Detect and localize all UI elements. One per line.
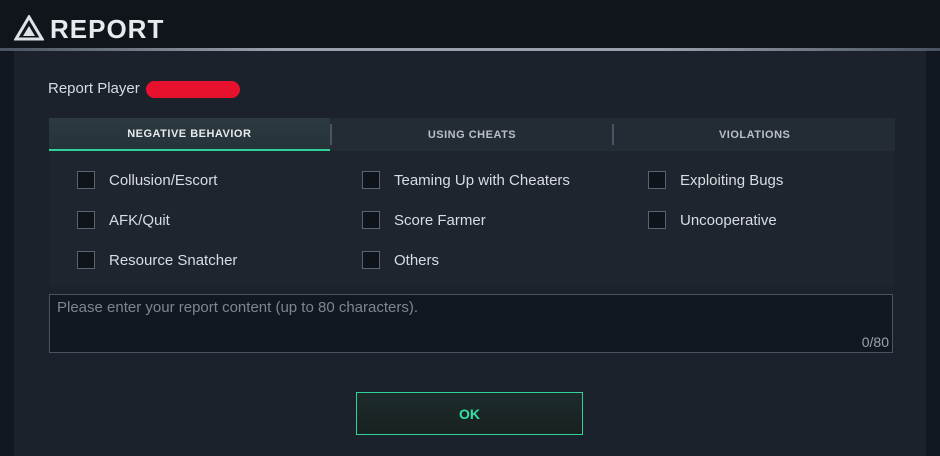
checkbox[interactable] xyxy=(77,211,95,229)
checkbox[interactable] xyxy=(648,211,666,229)
checkbox[interactable] xyxy=(77,171,95,189)
reason-label: Teaming Up with Cheaters xyxy=(394,171,570,189)
tab-using-cheats[interactable]: USING CHEATS xyxy=(332,118,613,151)
reason-options: Collusion/Escort AFK/Quit Resource Snatc… xyxy=(49,151,895,287)
reason-collusion-escort[interactable]: Collusion/Escort xyxy=(77,171,217,189)
dialog-title: REPORT xyxy=(50,14,165,44)
checkbox[interactable] xyxy=(77,251,95,269)
triangle-logo-icon xyxy=(14,15,44,41)
report-content-input[interactable] xyxy=(50,295,892,352)
report-category-tabs: NEGATIVE BEHAVIOR USING CHEATS VIOLATION… xyxy=(49,118,895,151)
tab-label: USING CHEATS xyxy=(427,128,517,141)
reason-afk-quit[interactable]: AFK/Quit xyxy=(77,211,170,229)
character-counter: 0/80 xyxy=(861,334,889,350)
checkbox[interactable] xyxy=(362,211,380,229)
tab-negative-behavior[interactable]: NEGATIVE BEHAVIOR xyxy=(49,118,330,151)
reason-others[interactable]: Others xyxy=(362,251,439,269)
reason-label: Others xyxy=(394,251,440,269)
redacted-player-name xyxy=(146,81,240,98)
checkbox[interactable] xyxy=(648,171,666,189)
report-player-label: Report Player xyxy=(48,80,140,97)
reason-label: Exploiting Bugs xyxy=(680,171,784,189)
reason-label: Score Farmer xyxy=(394,211,486,229)
tab-label: VIOLATIONS xyxy=(718,128,791,141)
reason-resource-snatcher[interactable]: Resource Snatcher xyxy=(77,251,237,269)
reason-label: Collusion/Escort xyxy=(109,171,218,189)
dialog-header: REPORT xyxy=(0,0,940,52)
reason-label: Resource Snatcher xyxy=(109,251,238,269)
checkbox[interactable] xyxy=(362,171,380,189)
reason-exploiting-bugs[interactable]: Exploiting Bugs xyxy=(648,171,783,189)
reason-uncooperative[interactable]: Uncooperative xyxy=(648,211,777,229)
reason-teaming-with-cheaters[interactable]: Teaming Up with Cheaters xyxy=(362,171,570,189)
ok-button-label: OK xyxy=(459,405,480,422)
tab-label: NEGATIVE BEHAVIOR xyxy=(127,127,252,140)
checkbox[interactable] xyxy=(362,251,380,269)
ok-button[interactable]: OK xyxy=(356,392,583,435)
reason-score-farmer[interactable]: Score Farmer xyxy=(362,211,486,229)
reason-label: AFK/Quit xyxy=(109,211,170,229)
tab-violations[interactable]: VIOLATIONS xyxy=(614,118,895,151)
reason-label: Uncooperative xyxy=(680,211,777,229)
report-content-box: 0/80 xyxy=(49,294,893,353)
